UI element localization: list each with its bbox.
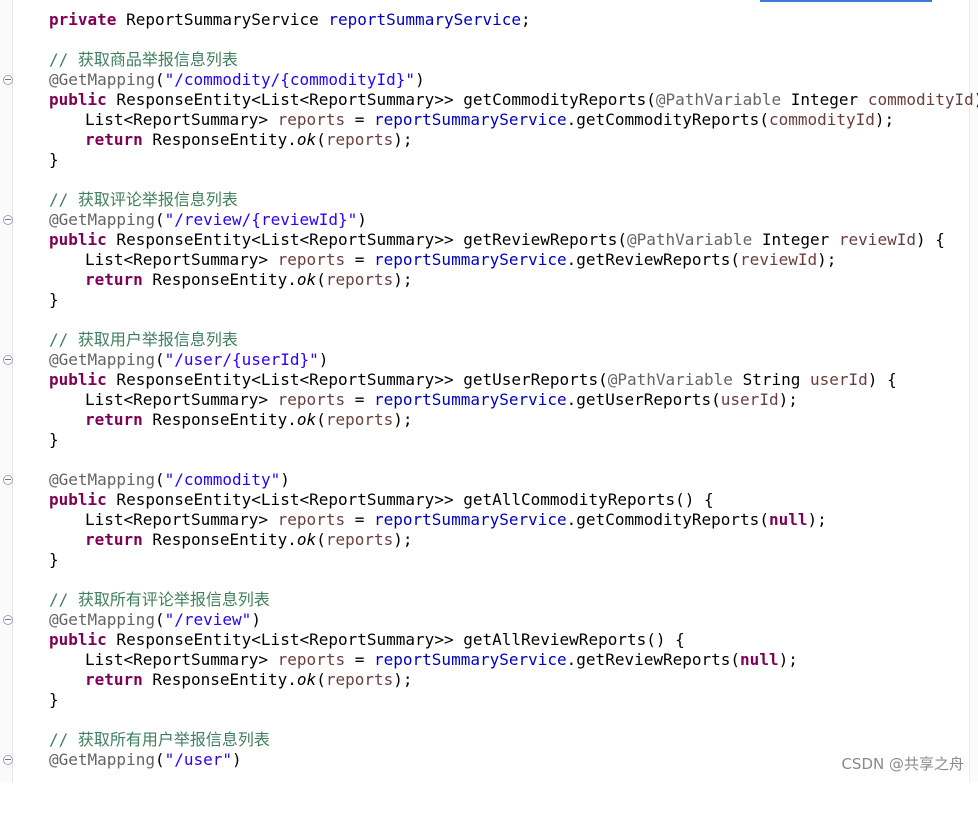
return-statement: return ResponseEntity.ok(reports); <box>85 530 413 549</box>
code-line[interactable]: private ReportSummaryService reportSumma… <box>13 10 978 30</box>
comment-review-all: // 获取所有评论举报信息列表 <box>49 590 270 609</box>
code-line[interactable]: List<ReportSummary> reports = reportSumm… <box>13 110 978 130</box>
annotation-mapping: @GetMapping("/commodity") <box>49 470 290 489</box>
closing-brace: } <box>49 690 59 709</box>
return-statement: return ResponseEntity.ok(reports); <box>85 270 413 289</box>
code-line[interactable]: return ResponseEntity.ok(reports); <box>13 670 978 690</box>
code-line[interactable]: @GetMapping("/review") <box>3 610 978 630</box>
code-line[interactable]: return ResponseEntity.ok(reports); <box>13 410 978 430</box>
collapse-icon[interactable] <box>3 615 13 625</box>
code-line[interactable]: @GetMapping("/commodity/{commodityId}") <box>3 70 978 90</box>
comment-user: // 获取用户举报信息列表 <box>49 330 238 349</box>
code-line[interactable]: @GetMapping("/user") <box>3 750 978 770</box>
method-signature: public ResponseEntity<List<ReportSummary… <box>49 490 714 509</box>
code-line[interactable]: // 获取评论举报信息列表 <box>13 190 978 210</box>
comment-user-all: // 获取所有用户举报信息列表 <box>49 730 270 749</box>
code-line[interactable]: // 获取商品举报信息列表 <box>13 50 978 70</box>
collapse-icon[interactable] <box>3 215 13 225</box>
return-statement: return ResponseEntity.ok(reports); <box>85 410 413 429</box>
code-line[interactable]: // 获取所有用户举报信息列表 <box>13 730 978 750</box>
annotation-mapping: @GetMapping("/review") <box>49 610 261 629</box>
code-line[interactable]: List<ReportSummary> reports = reportSumm… <box>13 250 978 270</box>
collapse-icon[interactable] <box>3 75 13 85</box>
code-line[interactable]: } <box>13 150 978 170</box>
code-line[interactable]: public ResponseEntity<List<ReportSummary… <box>13 90 978 110</box>
code-line[interactable]: return ResponseEntity.ok(reports); <box>13 130 978 150</box>
collapse-icon[interactable] <box>3 475 13 485</box>
code-line[interactable]: return ResponseEntity.ok(reports); <box>13 530 978 550</box>
return-statement: return ResponseEntity.ok(reports); <box>85 670 413 689</box>
annotation-mapping: @GetMapping("/commodity/{commodityId}") <box>49 70 425 89</box>
code-line[interactable]: public ResponseEntity<List<ReportSummary… <box>13 370 978 390</box>
code-line[interactable]: // 获取用户举报信息列表 <box>13 330 978 350</box>
method-body: List<ReportSummary> reports = reportSumm… <box>85 250 837 269</box>
annotation-mapping: @GetMapping("/user") <box>49 750 242 769</box>
closing-brace: } <box>49 150 59 169</box>
closing-brace: } <box>49 290 59 309</box>
code-line[interactable]: @GetMapping("/commodity") <box>3 470 978 490</box>
code-editor[interactable]: private ReportSummaryService reportSumma… <box>3 0 978 782</box>
collapse-icon[interactable] <box>3 755 13 765</box>
code-line[interactable]: } <box>13 290 978 310</box>
closing-brace: } <box>49 550 59 569</box>
code-line[interactable]: return ResponseEntity.ok(reports); <box>13 270 978 290</box>
annotation-mapping: @GetMapping("/user/{userId}") <box>49 350 329 369</box>
code-line[interactable]: public ResponseEntity<List<ReportSummary… <box>13 490 978 510</box>
method-signature: public ResponseEntity<List<ReportSummary… <box>49 230 945 249</box>
comment-commodity: // 获取商品举报信息列表 <box>49 50 238 69</box>
return-statement: return ResponseEntity.ok(reports); <box>85 130 413 149</box>
code-line[interactable]: } <box>13 690 978 710</box>
closing-brace: } <box>49 430 59 449</box>
code-line[interactable]: @GetMapping("/user/{userId}") <box>3 350 978 370</box>
method-body: List<ReportSummary> reports = reportSumm… <box>85 390 798 409</box>
code-line[interactable]: // 获取所有评论举报信息列表 <box>13 590 978 610</box>
code-line[interactable]: } <box>13 550 978 570</box>
method-signature: public ResponseEntity<List<ReportSummary… <box>49 90 978 109</box>
method-body: List<ReportSummary> reports = reportSumm… <box>85 650 798 669</box>
method-signature: public ResponseEntity<List<ReportSummary… <box>49 630 685 649</box>
code-line[interactable]: List<ReportSummary> reports = reportSumm… <box>13 390 978 410</box>
code-line[interactable]: @GetMapping("/review/{reviewId}") <box>3 210 978 230</box>
code-line[interactable]: List<ReportSummary> reports = reportSumm… <box>13 510 978 530</box>
method-body: List<ReportSummary> reports = reportSumm… <box>85 510 827 529</box>
method-signature: public ResponseEntity<List<ReportSummary… <box>49 370 897 389</box>
field-declaration: private ReportSummaryService reportSumma… <box>49 10 531 29</box>
editor-gutter <box>0 0 13 782</box>
watermark: CSDN @共享之舟 <box>841 755 964 773</box>
code-line[interactable]: List<ReportSummary> reports = reportSumm… <box>13 650 978 670</box>
method-body: List<ReportSummary> reports = reportSumm… <box>85 110 895 129</box>
code-line[interactable]: public ResponseEntity<List<ReportSummary… <box>13 630 978 650</box>
comment-review: // 获取评论举报信息列表 <box>49 190 238 209</box>
code-line[interactable]: public ResponseEntity<List<ReportSummary… <box>13 230 978 250</box>
collapse-icon[interactable] <box>3 355 13 365</box>
annotation-mapping: @GetMapping("/review/{reviewId}") <box>49 210 367 229</box>
code-line[interactable]: } <box>13 430 978 450</box>
